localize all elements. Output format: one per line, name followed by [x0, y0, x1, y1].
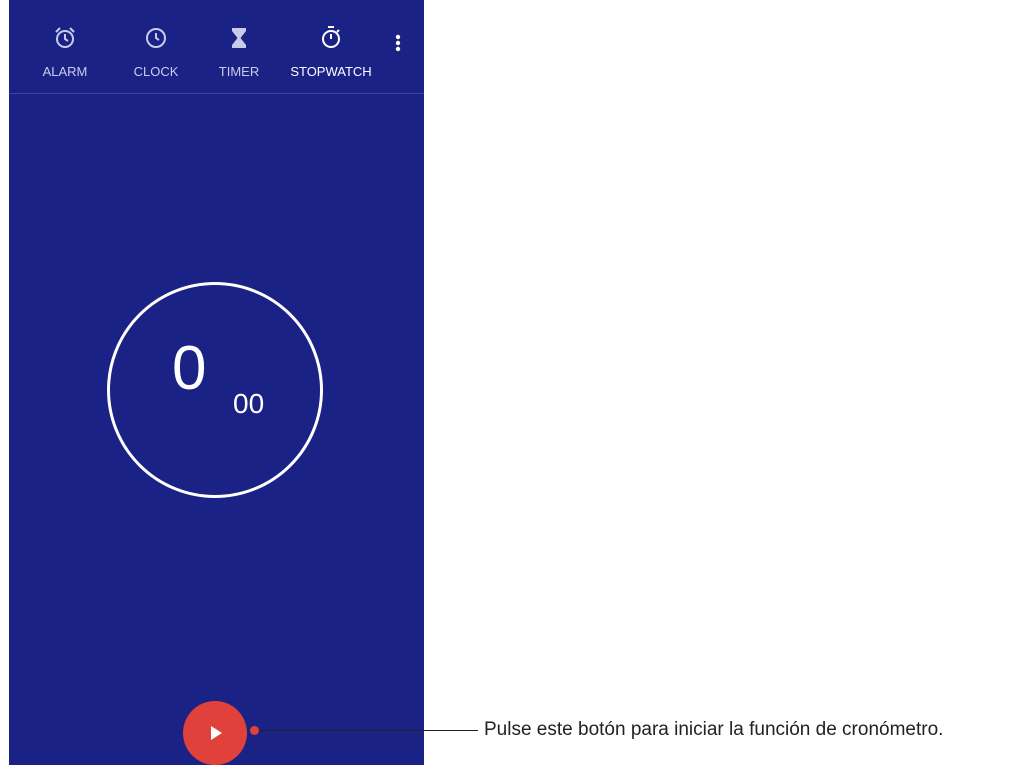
stopwatch-hundredths: 00 — [233, 388, 265, 419]
hourglass-icon — [232, 28, 246, 48]
tab-alarm[interactable]: ALARM — [42, 0, 88, 93]
callout-dot — [250, 726, 259, 735]
stopwatch-seconds: 0 — [172, 334, 207, 403]
tab-bar: ALARM CLOCK TIMER STOPWATCH — [9, 0, 424, 93]
more-vert-icon — [395, 34, 401, 52]
page: ALARM CLOCK TIMER STOPWATCH 0 00 Pulse e… — [0, 0, 1030, 765]
tab-stopwatch-label: STOPWATCH — [290, 64, 372, 79]
tab-clock[interactable]: CLOCK — [126, 0, 186, 93]
tab-timer[interactable]: TIMER — [217, 0, 261, 93]
tab-stopwatch[interactable]: STOPWATCH — [288, 0, 374, 93]
callout-line — [254, 730, 478, 731]
clock-icon — [146, 28, 166, 48]
stopwatch-icon — [322, 26, 340, 48]
more-options-button[interactable] — [386, 28, 410, 58]
tab-clock-label: CLOCK — [133, 64, 179, 79]
callout-text: Pulse este botón para iniciar la función… — [484, 719, 944, 740]
tab-bar-divider — [9, 93, 424, 94]
play-icon — [211, 726, 222, 740]
stopwatch-dial — [107, 282, 323, 498]
tab-timer-label: TIMER — [218, 64, 260, 79]
start-stopwatch-button[interactable] — [183, 701, 247, 765]
clock-app-screen: ALARM CLOCK TIMER STOPWATCH 0 00 — [9, 0, 424, 765]
alarm-icon — [55, 27, 75, 48]
tab-alarm-label: ALARM — [42, 64, 88, 79]
